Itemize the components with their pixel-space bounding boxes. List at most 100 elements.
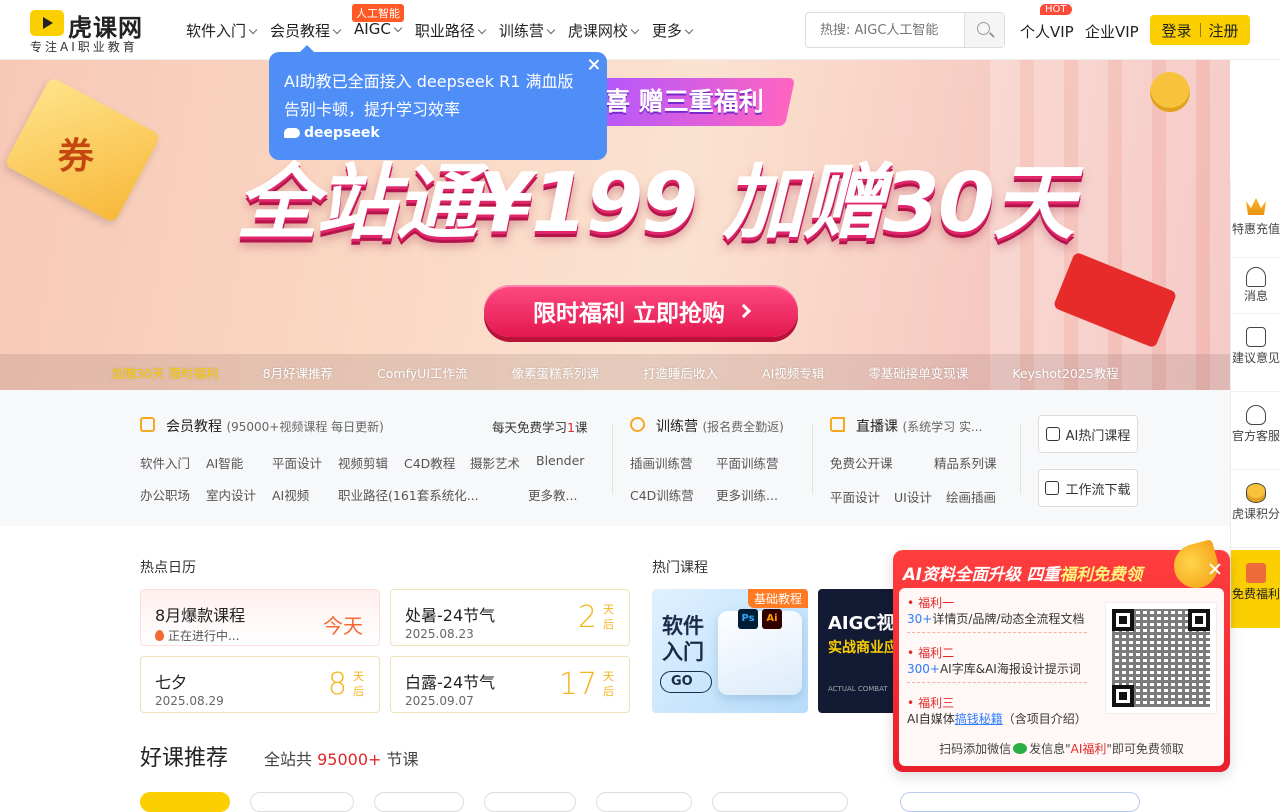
filter-tab[interactable] bbox=[140, 792, 230, 812]
filter-tab[interactable] bbox=[484, 792, 576, 812]
banner-tab[interactable]: 打造睡后收入 bbox=[643, 363, 718, 382]
course-card-aigc[interactable]: AIGC视 实战商业应 ACTUAL COMBAT bbox=[818, 589, 898, 713]
chevron-down-icon bbox=[248, 25, 258, 35]
cat-link[interactable]: 插画训练营 bbox=[630, 453, 693, 472]
member-heading[interactable]: 会员教程 (95000+视频课程 每日更新) bbox=[166, 416, 384, 436]
free-daily[interactable]: 每天免费学习1课 bbox=[492, 417, 587, 436]
banner-tab[interactable]: 加赠30天 限时福利 bbox=[111, 363, 218, 382]
cat-link[interactable]: 平面设计 bbox=[830, 487, 880, 506]
cat-link[interactable]: 职业路径(161套系统化... bbox=[338, 485, 479, 504]
banner-tab[interactable]: 零基础接单变现课 bbox=[868, 363, 968, 382]
cat-link[interactable]: UI设计 bbox=[894, 487, 932, 506]
cat-link[interactable]: 摄影艺术 bbox=[470, 453, 520, 472]
camp-note: (报名费全勤返) bbox=[702, 420, 784, 434]
nav-aigc[interactable]: AIGC bbox=[354, 20, 403, 41]
register-label[interactable]: 注册 bbox=[1209, 20, 1239, 41]
banner-tab[interactable]: Keyshot2025教程 bbox=[1012, 363, 1118, 382]
nav-label: 更多 bbox=[651, 22, 682, 40]
search-box bbox=[805, 12, 1005, 48]
cat-link[interactable]: 室内设计 bbox=[206, 485, 256, 504]
sidebar-label: 官方客服 bbox=[1231, 429, 1280, 443]
login-label[interactable]: 登录 bbox=[1161, 20, 1191, 41]
cat-link[interactable]: AI智能 bbox=[206, 453, 243, 472]
filter-tab[interactable] bbox=[250, 792, 354, 812]
go-button[interactable]: GO bbox=[660, 671, 712, 693]
calendar-card[interactable]: 处暑-24节气 2025.08.23 2 天后 bbox=[390, 589, 630, 646]
cat-link[interactable]: C4D教程 bbox=[404, 453, 455, 472]
sidebar-item-service[interactable]: 官方客服 bbox=[1231, 392, 1280, 470]
ai-icon bbox=[1045, 427, 1060, 441]
coin-icon bbox=[1150, 72, 1190, 112]
filter-tab[interactable] bbox=[596, 792, 692, 812]
course-card-software[interactable]: Ps Ai 基础教程 软件入门 GO bbox=[652, 589, 808, 713]
chevron-down-icon bbox=[332, 25, 342, 35]
nav-software[interactable]: 软件入门 bbox=[186, 20, 258, 41]
nav-label: 软件入门 bbox=[186, 22, 247, 40]
personal-vip-link[interactable]: 个人VIP bbox=[1020, 21, 1074, 42]
nav-label: 训练营 bbox=[498, 22, 544, 40]
cat-link[interactable]: 办公职场 bbox=[140, 485, 190, 504]
search-icon[interactable] bbox=[964, 13, 1004, 47]
cat-link[interactable]: 更多教... bbox=[528, 485, 577, 504]
close-icon[interactable] bbox=[1208, 562, 1222, 576]
sidebar-item-free-gift[interactable]: 免费福利 bbox=[1231, 550, 1280, 628]
workflow-download-button[interactable]: 工作流下载 bbox=[1038, 469, 1138, 507]
nav-more[interactable]: 更多 bbox=[651, 20, 694, 41]
cat-link[interactable]: C4D训练营 bbox=[630, 485, 694, 504]
foot-pre: 扫码添加微信 bbox=[939, 742, 1012, 756]
cat-link[interactable]: AI视频 bbox=[272, 485, 309, 504]
nav-camp[interactable]: 训练营 bbox=[498, 20, 556, 41]
nav-school[interactable]: 虎课网校 bbox=[568, 20, 640, 41]
cat-link[interactable]: 免费公开课 bbox=[830, 453, 893, 472]
promo-pill[interactable] bbox=[900, 792, 1140, 812]
calendar-name: 8月爆款课程 bbox=[155, 606, 246, 625]
benefit-desc: AI自媒体 bbox=[907, 712, 955, 726]
live-heading[interactable]: 直播课 (系统学习 实... bbox=[856, 416, 982, 436]
ai-hot-courses-button[interactable]: AI热门课程 bbox=[1038, 415, 1138, 453]
cat-link[interactable]: 软件入门 bbox=[140, 453, 190, 472]
nav-member[interactable]: 会员教程 bbox=[270, 20, 342, 41]
login-register-button[interactable]: 登录 注册 bbox=[1150, 15, 1250, 45]
cat-link[interactable]: 精品系列课 bbox=[934, 453, 997, 472]
cat-link[interactable]: 更多训练... bbox=[716, 485, 778, 504]
sidebar-label: 建议意见 bbox=[1231, 351, 1280, 365]
calendar-date: 2025.08.29 bbox=[155, 694, 224, 708]
filter-tab[interactable] bbox=[712, 792, 848, 812]
close-icon[interactable] bbox=[587, 58, 601, 72]
site-logo[interactable]: 虎课网 专注AI职业教育 bbox=[30, 8, 160, 54]
banner-tab[interactable]: ComfyUI工作流 bbox=[377, 363, 467, 382]
free-num: 1 bbox=[567, 420, 575, 435]
sidebar-label: 虎课积分 bbox=[1231, 507, 1280, 521]
enterprise-vip-link[interactable]: 企业VIP bbox=[1085, 21, 1139, 42]
cat-link[interactable]: 平面训练营 bbox=[716, 453, 779, 472]
search-input[interactable] bbox=[806, 13, 966, 47]
benefit-desc: 详情页/品牌/动态全流程文档 bbox=[932, 612, 1085, 626]
banner-tab[interactable]: AI视频专辑 bbox=[762, 363, 824, 382]
filter-tab[interactable] bbox=[374, 792, 464, 812]
calendar-card[interactable]: 七夕 2025.08.29 8 天后 bbox=[140, 656, 380, 713]
banner-tab[interactable]: 像素蛋糕系列课 bbox=[512, 363, 600, 382]
calendar-card[interactable]: 白露-24节气 2025.09.07 17 天后 bbox=[390, 656, 630, 713]
banner-tab[interactable]: 8月好课推荐 bbox=[263, 363, 333, 382]
benefit-link[interactable]: 搞钱秘籍 bbox=[955, 712, 1003, 726]
calendar-card[interactable]: 8月爆款课程 正在进行中... 今天 bbox=[140, 589, 380, 646]
cat-link[interactable]: Blender bbox=[536, 453, 584, 468]
whale-icon bbox=[284, 128, 300, 138]
status-text: 正在进行中... bbox=[168, 629, 240, 643]
sidebar-item-messages[interactable]: 消息 bbox=[1231, 258, 1280, 314]
camp-title: 训练营 bbox=[656, 419, 698, 435]
sidebar-item-recharge[interactable]: 特惠充值 bbox=[1231, 180, 1280, 258]
camp-heading[interactable]: 训练营 (报名费全勤返) bbox=[656, 416, 784, 436]
buy-now-button[interactable]: 限时福利 立即抢购 bbox=[484, 285, 798, 337]
nav-career[interactable]: 职业路径 bbox=[415, 20, 487, 41]
course-subtitle: 实战商业应 bbox=[828, 640, 898, 656]
logo-tagline: 专注AI职业教育 bbox=[30, 40, 138, 54]
sidebar-item-feedback[interactable]: 建议意见 bbox=[1231, 314, 1280, 392]
cat-link[interactable]: 绘画插画 bbox=[946, 487, 996, 506]
promo-banner[interactable]: 券 喜 赠三重福利 全站通¥199 加赠30天 限时福利 立即抢购 加赠30天 … bbox=[0, 60, 1230, 390]
cat-link[interactable]: 平面设计 bbox=[272, 453, 322, 472]
cat-link[interactable]: 视频剪辑 bbox=[338, 453, 388, 472]
banner-tabs: 加赠30天 限时福利 8月好课推荐 ComfyUI工作流 像素蛋糕系列课 打造睡… bbox=[0, 354, 1230, 390]
sidebar-item-points[interactable]: 虎课积分 bbox=[1231, 470, 1280, 548]
headset-icon bbox=[1246, 405, 1266, 425]
